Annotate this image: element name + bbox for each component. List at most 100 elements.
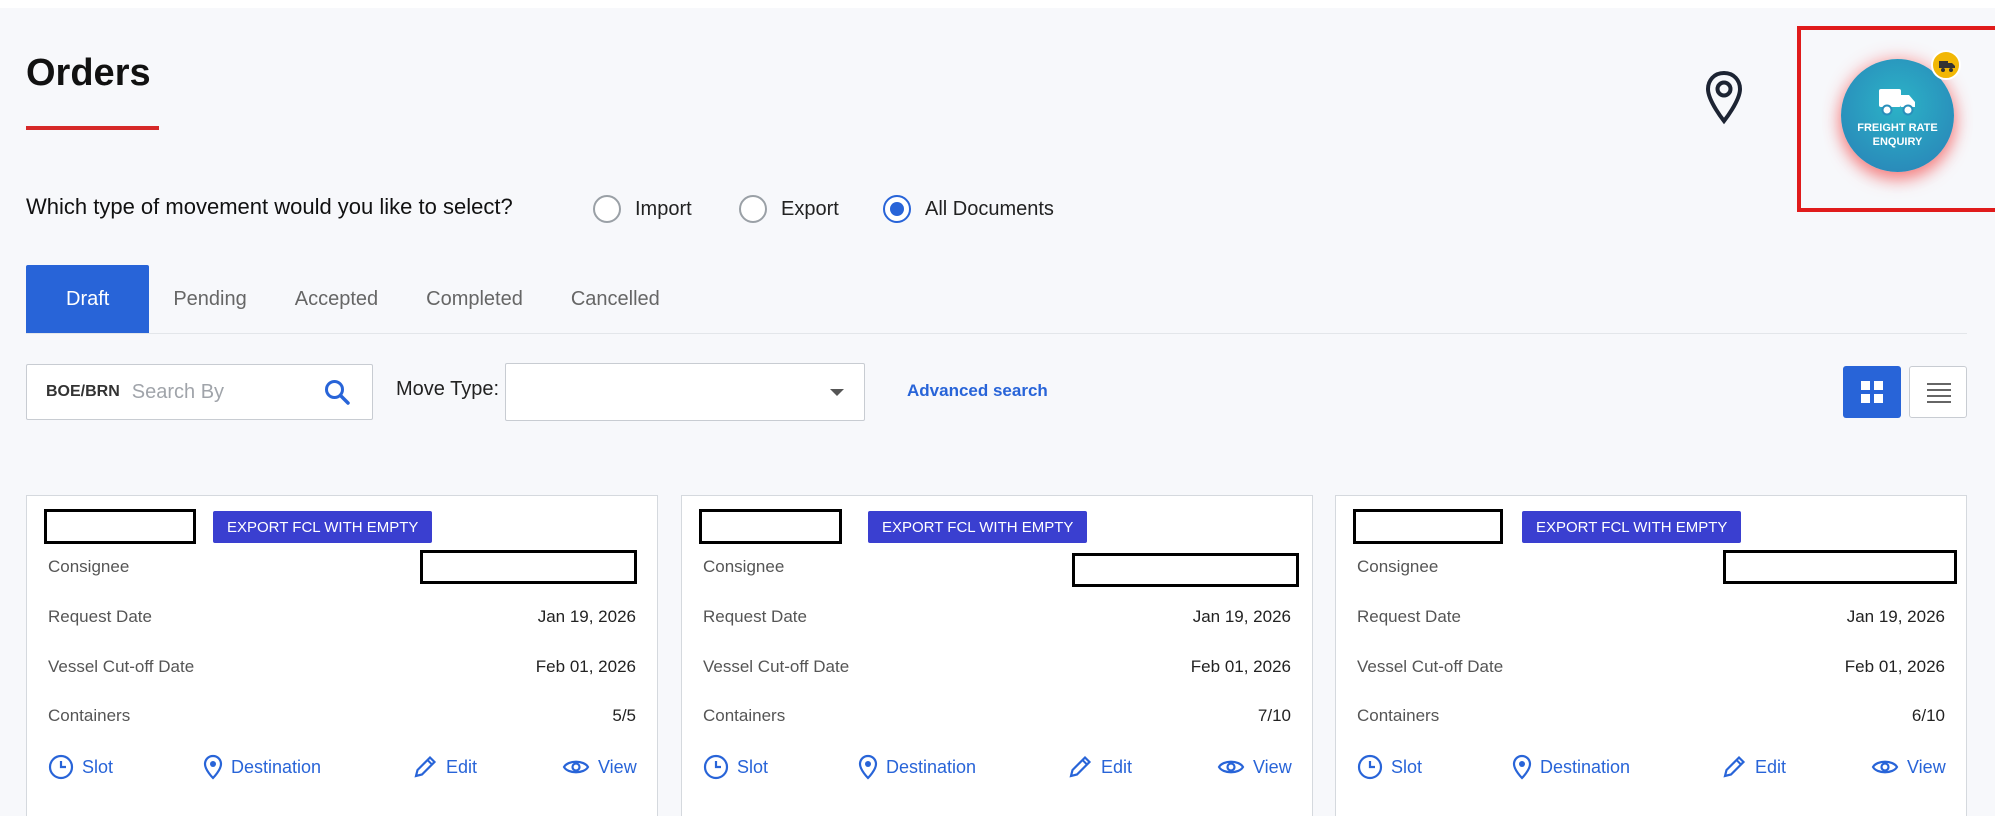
view-button[interactable]: View (1871, 754, 1946, 780)
radio-all-documents[interactable]: All Documents (883, 194, 1054, 224)
location-pin-icon (1512, 754, 1532, 780)
eye-icon (1217, 760, 1245, 774)
destination-button[interactable]: Destination (1512, 754, 1630, 780)
slot-button[interactable]: Slot (48, 754, 113, 780)
vessel-cutoff-value: Feb 01, 2026 (535, 657, 636, 676)
edit-button[interactable]: Edit (1721, 754, 1786, 780)
containers-value: 5/5 (612, 706, 636, 725)
order-card: EXPORT FCL WITH EMPTY Consignee Request … (1335, 495, 1967, 816)
edit-label: Edit (1101, 756, 1133, 777)
title-underline (26, 126, 159, 130)
vessel-cutoff-value: Feb 01, 2026 (1190, 657, 1291, 676)
move-type-select[interactable] (505, 363, 865, 421)
radio-circle-selected (883, 195, 911, 223)
request-date-value: Jan 19, 2026 (1846, 607, 1945, 626)
radio-export-label: Export (781, 197, 839, 220)
search-prefix: BOE/BRN (46, 383, 120, 400)
movement-badge: EXPORT FCL WITH EMPTY (868, 511, 1088, 543)
search-input[interactable] (131, 380, 302, 404)
destination-label: Destination (231, 756, 322, 777)
eye-icon (562, 760, 590, 774)
consignee-label: Consignee (48, 557, 130, 576)
tab-accepted[interactable]: Accepted (271, 265, 402, 333)
list-view-button[interactable] (1909, 366, 1967, 418)
tab-draft[interactable]: Draft (26, 265, 150, 333)
vessel-cutoff-row: Vessel Cut-off Date Feb 01, 2026 (48, 657, 636, 681)
movement-badge: EXPORT FCL WITH EMPTY (1522, 511, 1742, 543)
redacted-consignee (420, 550, 637, 584)
containers-value: 7/10 (1257, 706, 1291, 725)
edit-button[interactable]: Edit (412, 754, 477, 780)
request-date-label: Request Date (48, 607, 152, 626)
redacted-consignee (1072, 553, 1299, 587)
view-label: View (598, 756, 637, 777)
pencil-icon (414, 755, 437, 778)
radio-import-label: Import (635, 197, 692, 220)
containers-label: Containers (48, 706, 131, 725)
radio-circle (739, 195, 767, 223)
slot-button[interactable]: Slot (1357, 754, 1422, 780)
containers-row: Containers 7/10 (703, 706, 1291, 730)
list-icon (1927, 383, 1951, 403)
search-icon[interactable] (323, 378, 351, 411)
clock-icon (1357, 754, 1383, 780)
fab-label: FREIGHT RATE ENQUIRY (1857, 122, 1938, 148)
clock-icon (703, 754, 729, 780)
request-date-label: Request Date (703, 607, 807, 626)
vessel-cutoff-label: Vessel Cut-off Date (1357, 657, 1504, 676)
card-actions: Slot Destination Edit View (48, 754, 637, 784)
vessel-cutoff-label: Vessel Cut-off Date (703, 657, 850, 676)
containers-label: Containers (1357, 706, 1440, 725)
location-pin-icon[interactable] (1704, 70, 1744, 126)
redacted-order-id (1353, 509, 1503, 544)
destination-button[interactable]: Destination (858, 754, 976, 780)
truck-icon (1879, 89, 1915, 116)
search-box: BOE/BRN (26, 364, 373, 420)
radio-import[interactable]: Import (593, 194, 692, 224)
consignee-label: Consignee (703, 557, 785, 576)
fab-badge-truck-icon (1931, 50, 1961, 80)
clock-icon (48, 754, 74, 780)
radio-export[interactable]: Export (739, 194, 839, 224)
order-card: EXPORT FCL WITH EMPTY Consignee Request … (681, 495, 1313, 816)
status-tabs: Draft Pending Accepted Completed Cancell… (26, 265, 684, 333)
view-label: View (1253, 756, 1292, 777)
request-date-label: Request Date (1357, 607, 1461, 626)
movement-question: Which type of movement would you like to… (26, 194, 513, 219)
vessel-cutoff-label: Vessel Cut-off Date (48, 657, 195, 676)
tab-pending[interactable]: Pending (149, 265, 270, 333)
slot-label: Slot (737, 756, 769, 777)
orders-page: Orders FREIGHT RATE ENQUIRY Which type o… (0, 8, 1995, 816)
edit-button[interactable]: Edit (1067, 754, 1132, 780)
radio-circle (593, 195, 621, 223)
grid-view-button[interactable] (1843, 366, 1901, 418)
containers-label: Containers (703, 706, 786, 725)
card-actions: Slot Destination Edit View (703, 754, 1292, 784)
redacted-order-id (699, 509, 842, 544)
caret-down-icon (830, 389, 844, 396)
view-button[interactable]: View (1217, 754, 1292, 780)
order-card: EXPORT FCL WITH EMPTY Consignee Request … (26, 495, 658, 816)
destination-label: Destination (886, 756, 977, 777)
location-pin-icon (203, 754, 223, 780)
eye-icon (1871, 760, 1899, 774)
request-date-row: Request Date Jan 19, 2026 (48, 607, 636, 631)
tab-completed[interactable]: Completed (402, 265, 547, 333)
page-title: Orders (26, 52, 151, 94)
containers-value: 6/10 (1911, 706, 1945, 725)
card-actions: Slot Destination Edit View (1357, 754, 1946, 784)
tab-cancelled[interactable]: Cancelled (547, 265, 684, 333)
edit-label: Edit (446, 756, 478, 777)
redacted-consignee (1723, 550, 1957, 584)
slot-button[interactable]: Slot (703, 754, 768, 780)
request-date-row: Request Date Jan 19, 2026 (1357, 607, 1945, 631)
redacted-order-id (44, 509, 196, 544)
view-button[interactable]: View (562, 754, 637, 780)
request-date-value: Jan 19, 2026 (1192, 607, 1291, 626)
request-date-value: Jan 19, 2026 (537, 607, 636, 626)
grid-icon (1861, 381, 1883, 403)
vessel-cutoff-value: Feb 01, 2026 (1844, 657, 1945, 676)
destination-button[interactable]: Destination (203, 754, 321, 780)
slot-label: Slot (82, 756, 114, 777)
advanced-search-link[interactable]: Advanced search (907, 381, 1048, 401)
